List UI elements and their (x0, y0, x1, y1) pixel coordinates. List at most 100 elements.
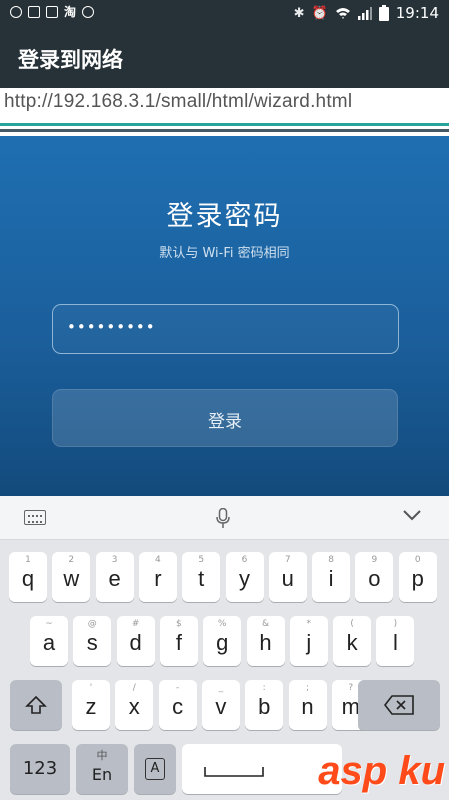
key-k[interactable]: (k (333, 616, 372, 666)
bluetooth-icon: ✱ (293, 5, 305, 21)
key-h[interactable]: & h (246, 616, 285, 666)
key-n[interactable]: ; n (288, 680, 327, 730)
image-icon (46, 6, 58, 18)
key-label: v (215, 694, 227, 719)
login-title: 登录密码 (166, 201, 283, 232)
notification-icons: 淘 (10, 6, 95, 18)
key-f[interactable]: $ f (159, 616, 198, 666)
soft-keyboard: 1q2w3e4r5t6y7u8i9o0p ~ a @ s # d $ f% g & h * j(k) l … (0, 496, 449, 800)
key-u[interactable]: 7u (268, 552, 307, 602)
alarm-icon: ⏰ (311, 5, 328, 21)
key-label: a (42, 630, 56, 655)
page-title: 登录到网络 (18, 48, 123, 72)
url-bar[interactable]: http://192.168.3.1/small/html/wizard.htm… (0, 88, 449, 136)
status-bar: 淘 ✱ ⏰ 19:14 (0, 0, 449, 28)
key-hint: % (217, 619, 227, 629)
key-i[interactable]: 8i (312, 552, 351, 602)
key-hint: 1 (25, 555, 31, 565)
key-r[interactable]: 4r (138, 552, 177, 602)
keyboard-icon[interactable] (24, 510, 46, 525)
key-hint: * (306, 619, 312, 629)
mode-key-label: A (145, 758, 165, 780)
key-label: c (172, 694, 184, 719)
key-label: u (281, 566, 294, 591)
app-bar: 登录到网络 (0, 28, 449, 88)
key-g[interactable]: % g (203, 616, 242, 666)
key-x[interactable]: / x (115, 680, 154, 730)
key-label: b (258, 694, 271, 719)
message-icon (28, 6, 40, 18)
key-label: j (306, 630, 312, 655)
login-button-label: 登录 (208, 412, 242, 432)
key-w[interactable]: 2w (52, 552, 91, 602)
key-hint: 9 (371, 555, 378, 565)
chevron-down-icon[interactable] (402, 508, 422, 522)
key-hint: 2 (68, 555, 75, 565)
key-hint: ) (393, 619, 398, 629)
language-key[interactable]: 中 En (76, 744, 128, 794)
numbers-key[interactable]: 123 (10, 744, 70, 794)
key-label: d (129, 630, 142, 655)
key-label: o (368, 566, 381, 591)
wifi-icon (335, 7, 350, 19)
key-label: h (259, 630, 272, 655)
signal-icon (357, 6, 372, 20)
key-hint: 3 (111, 555, 118, 565)
key-hint: 0 (414, 555, 421, 565)
shift-key[interactable] (10, 680, 62, 730)
password-value: ••••••••• (67, 318, 156, 336)
key-q[interactable]: 1q (9, 552, 47, 602)
key-c[interactable]: -c (158, 680, 197, 730)
key-label: y (239, 566, 250, 591)
keyboard-toolbar (0, 496, 449, 540)
key-d[interactable]: # d (116, 616, 155, 666)
numbers-key-label: 123 (22, 758, 58, 779)
key-label: i (328, 566, 334, 591)
watermark-logo: asp ku (318, 749, 445, 793)
key-label: g (216, 630, 229, 655)
key-j[interactable]: * j (289, 616, 328, 666)
battery-icon (378, 5, 389, 21)
key-label: f (175, 630, 182, 655)
system-icons: ✱ ⏰ 19:14 (294, 4, 439, 22)
progress-line (0, 123, 449, 126)
key-hint: 7 (284, 555, 291, 565)
key-hint: 5 (198, 555, 205, 565)
key-hint: / (132, 683, 136, 693)
key-p[interactable]: 0p (398, 552, 437, 602)
key-s[interactable]: @ s (73, 616, 112, 666)
key-y[interactable]: 6y (225, 552, 264, 602)
key-b[interactable]: :b (245, 680, 284, 730)
input-mode-key[interactable]: A (134, 744, 176, 794)
key-label: p (411, 566, 424, 591)
key-label: r (154, 566, 162, 591)
key-hint: _ (218, 683, 224, 693)
login-button[interactable]: 登录 (52, 389, 398, 447)
key-a[interactable]: ~ a (30, 616, 68, 666)
key-hint: & (261, 619, 270, 629)
language-key-bottom: En (91, 765, 113, 784)
key-hint: $ (176, 619, 182, 629)
password-input[interactable]: ••••••••• (52, 304, 399, 354)
key-label: w (63, 566, 80, 591)
key-label: l (392, 630, 398, 655)
key-z[interactable]: ' z (72, 680, 110, 730)
key-e[interactable]: 3e (95, 552, 134, 602)
clock-time: 19:14 (395, 4, 439, 22)
backspace-key[interactable] (358, 680, 440, 730)
key-hint: ( (350, 619, 354, 629)
key-hint: ' (89, 683, 93, 693)
key-hint: 8 (328, 555, 334, 565)
key-hint: ; (305, 683, 310, 693)
backspace-icon (384, 695, 414, 715)
key-hint: 4 (155, 555, 161, 565)
key-t[interactable]: 5t (182, 552, 221, 602)
key-label: x (128, 694, 140, 719)
language-key-top: 中 (96, 749, 108, 762)
key-o[interactable]: 9o (355, 552, 394, 602)
key-label: z (85, 694, 97, 719)
key-v[interactable]: _ v (201, 680, 240, 730)
key-label: t (198, 566, 205, 591)
key-l[interactable]: ) l (376, 616, 415, 666)
mic-icon[interactable] (216, 508, 230, 529)
